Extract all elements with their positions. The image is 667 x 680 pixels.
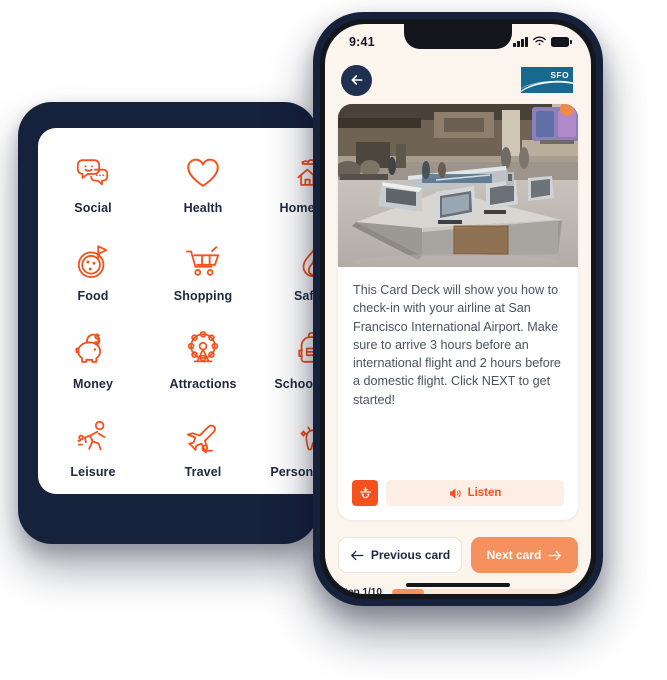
tablet-device-mockup: Social Health Home Food Shopping Safety … bbox=[18, 102, 330, 544]
progress-bar bbox=[391, 589, 578, 594]
listen-button[interactable]: Listen bbox=[386, 480, 564, 506]
previous-card-button[interactable]: Previous card bbox=[338, 537, 462, 573]
listen-label: Listen bbox=[467, 487, 502, 499]
progress-bar-fill bbox=[391, 589, 424, 594]
sfo-logo-text: SFO bbox=[550, 70, 569, 80]
screenshot-stage: Social Health Home Food Shopping Safety … bbox=[0, 0, 667, 680]
arrow-left-icon bbox=[351, 75, 362, 85]
category-item-social[interactable]: Social bbox=[38, 154, 148, 242]
phone-notch bbox=[404, 24, 512, 49]
home-indicator bbox=[406, 583, 510, 587]
battery-full-icon bbox=[551, 37, 572, 47]
back-button[interactable] bbox=[341, 64, 372, 96]
category-label: Social bbox=[74, 201, 112, 215]
phone-screen: 9:41 SFO This Card Deck will show you ho… bbox=[325, 24, 591, 594]
step-label: Step 1/10 bbox=[338, 587, 382, 594]
piggy-bank-icon bbox=[74, 330, 112, 368]
category-item-attractions[interactable]: Attractions bbox=[148, 330, 258, 418]
category-item-health[interactable]: Health bbox=[148, 154, 258, 242]
category-label: Money bbox=[72, 377, 114, 391]
category-item-travel[interactable]: Travel bbox=[148, 418, 258, 494]
phone-header: SFO bbox=[325, 58, 591, 102]
previous-card-label: Previous card bbox=[370, 548, 451, 562]
category-item-food[interactable]: Food bbox=[38, 242, 148, 330]
category-label: Shopping bbox=[173, 289, 233, 303]
arrow-left-icon bbox=[350, 550, 364, 560]
category-item-money[interactable]: Money bbox=[38, 330, 148, 418]
speech-bubbles-icon bbox=[74, 154, 112, 192]
next-card-button[interactable]: Next card bbox=[471, 537, 578, 573]
phone-bezel: 9:41 SFO This Card Deck will show you ho… bbox=[320, 19, 596, 599]
ferris-wheel-icon bbox=[184, 330, 222, 368]
phone-device-mockup: 9:41 SFO This Card Deck will show you ho… bbox=[313, 12, 603, 606]
category-item-shopping[interactable]: Shopping bbox=[148, 242, 258, 330]
pizza-icon bbox=[74, 242, 112, 280]
audio-controls-row: Listen bbox=[338, 480, 578, 520]
arrow-right-icon bbox=[548, 550, 562, 560]
running-person-icon bbox=[74, 418, 112, 456]
category-label: Health bbox=[183, 201, 223, 215]
accessibility-face-icon[interactable] bbox=[352, 480, 378, 506]
category-label: Attractions bbox=[169, 377, 237, 391]
card-navigation: Previous card Next card bbox=[338, 537, 578, 573]
category-item-leisure[interactable]: Leisure bbox=[38, 418, 148, 494]
speaker-icon bbox=[449, 488, 461, 498]
cellular-signal-icon bbox=[513, 37, 528, 47]
wifi-icon bbox=[533, 33, 546, 51]
tablet-screen: Social Health Home Food Shopping Safety … bbox=[38, 128, 330, 494]
card-deck-card: This Card Deck will show you how to chec… bbox=[338, 104, 578, 520]
category-label: Leisure bbox=[70, 465, 116, 479]
status-icons bbox=[513, 33, 572, 51]
category-label: Travel bbox=[184, 465, 222, 479]
next-card-label: Next card bbox=[486, 548, 542, 562]
shopping-cart-icon bbox=[184, 242, 222, 280]
progress-row: Step 1/10 bbox=[338, 587, 578, 594]
airplane-icon bbox=[184, 418, 222, 456]
card-body-text: This Card Deck will show you how to chec… bbox=[353, 283, 561, 407]
card-photo-airport-kiosks bbox=[338, 104, 578, 267]
status-time: 9:41 bbox=[349, 35, 375, 49]
sfo-airport-logo: SFO bbox=[521, 67, 573, 93]
category-label: Food bbox=[77, 289, 109, 303]
category-grid: Social Health Home Food Shopping Safety … bbox=[38, 128, 330, 494]
heart-icon bbox=[184, 154, 222, 192]
